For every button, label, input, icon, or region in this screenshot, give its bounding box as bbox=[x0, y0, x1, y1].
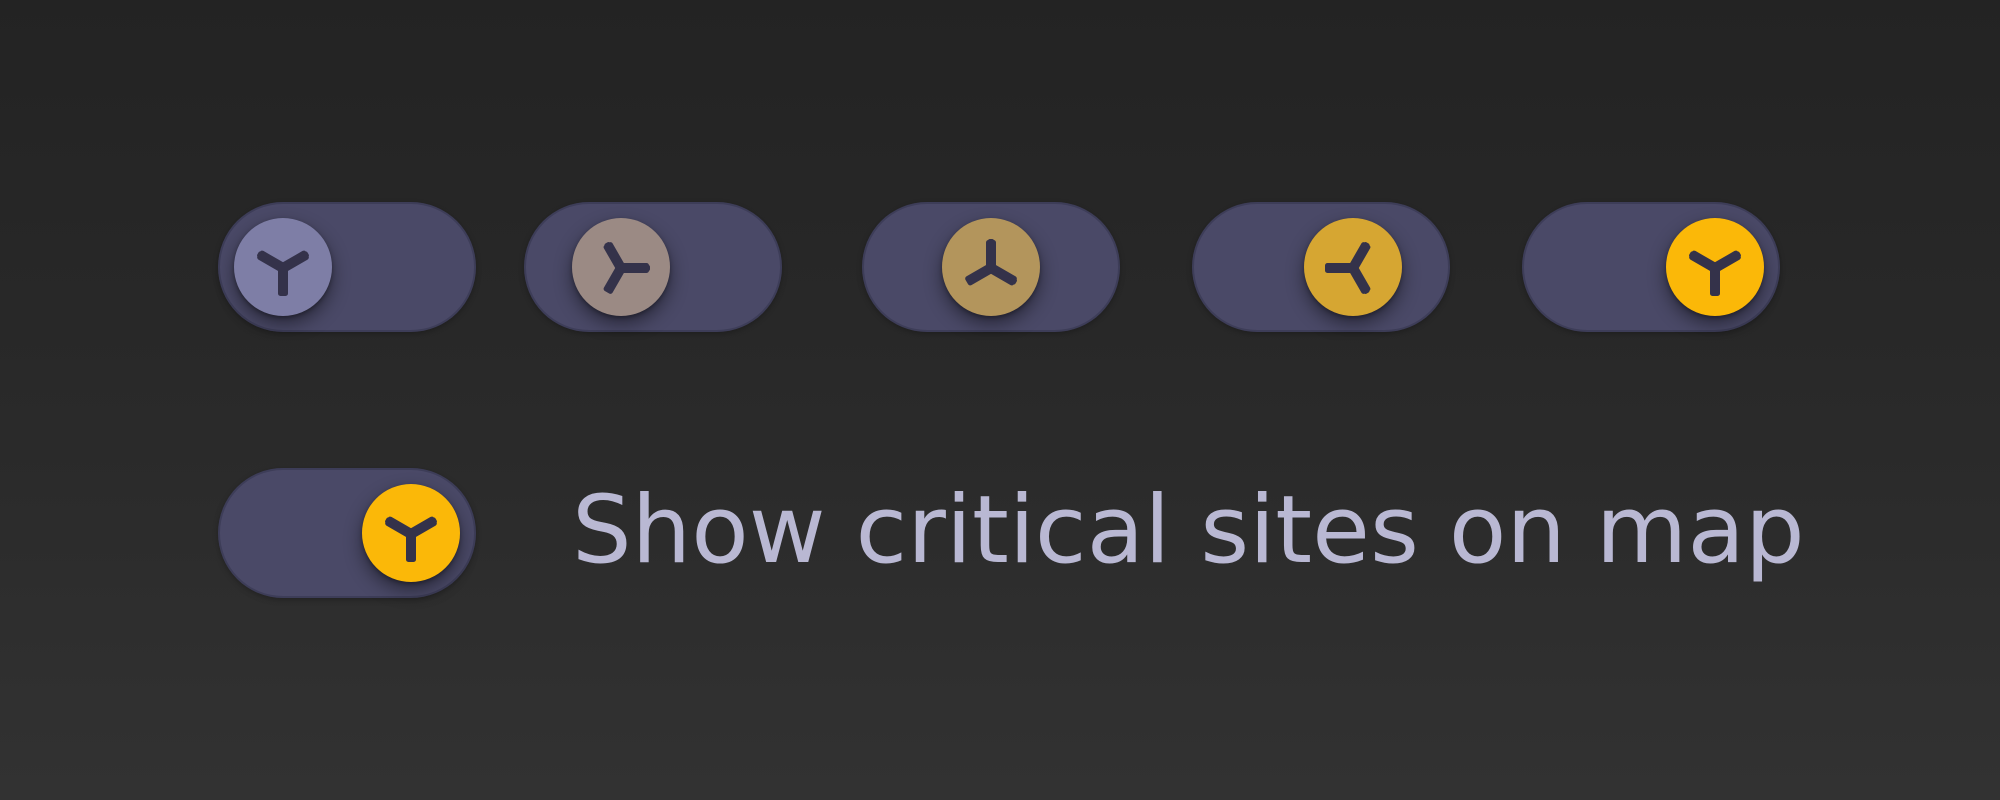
toggle-knob[interactable] bbox=[234, 218, 332, 316]
toggle-knob[interactable] bbox=[1666, 218, 1764, 316]
three-blade-icon bbox=[1325, 241, 1372, 295]
three-blade-icon bbox=[583, 238, 654, 306]
three-blade-icon bbox=[384, 515, 438, 562]
toggle-knob[interactable] bbox=[1304, 218, 1402, 316]
setting-label: Show critical sites on map bbox=[572, 476, 1805, 585]
show-critical-sites-toggle[interactable] bbox=[218, 468, 476, 598]
three-blade-icon bbox=[953, 235, 1021, 306]
three-blade-icon bbox=[256, 249, 310, 296]
toggle-switch-state-4[interactable] bbox=[1192, 202, 1450, 332]
toggle-knob[interactable] bbox=[572, 218, 670, 316]
toggle-knob[interactable] bbox=[362, 484, 460, 582]
toggle-switch-state-3[interactable] bbox=[862, 202, 1120, 332]
three-blade-icon bbox=[1688, 249, 1742, 296]
toggle-knob[interactable] bbox=[942, 218, 1040, 316]
toggle-switch-state-2[interactable] bbox=[524, 202, 782, 332]
toggle-switch-state-1[interactable] bbox=[218, 202, 476, 332]
toggle-switch-state-5[interactable] bbox=[1522, 202, 1780, 332]
